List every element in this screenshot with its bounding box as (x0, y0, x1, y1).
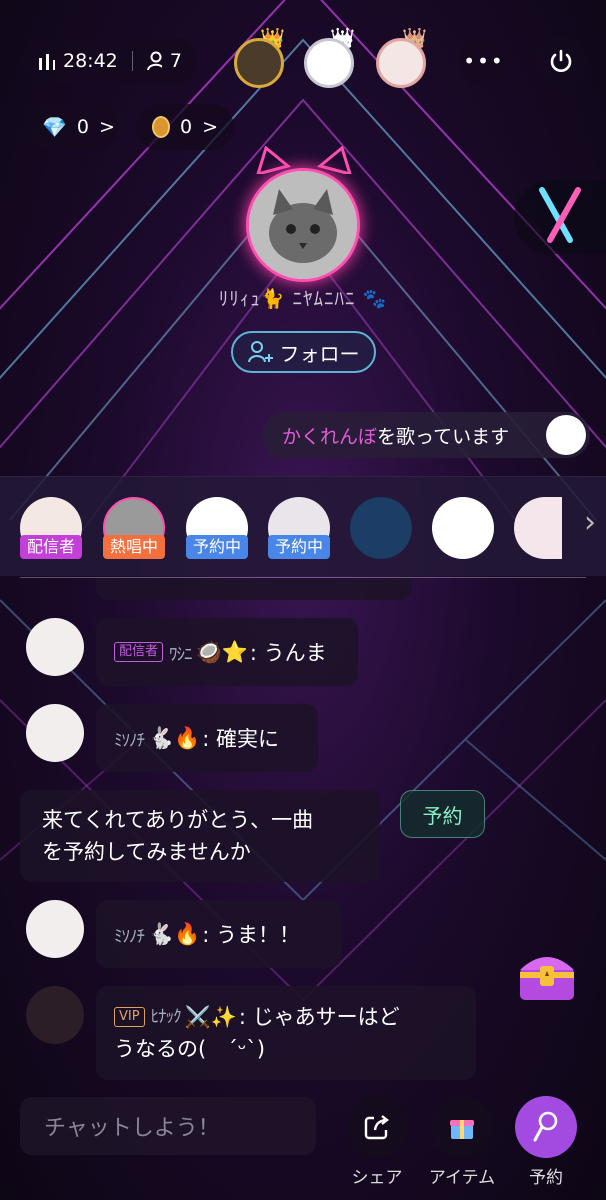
emoji-decoration: 🐇🔥 (148, 725, 201, 750)
chat-avatar[interactable] (26, 986, 84, 1044)
queue-tag: 配信者 (20, 535, 82, 559)
live-timer: 28:42 (63, 50, 118, 72)
treasure-chest-icon (520, 957, 574, 1000)
chat-text-line2: うなるの( ˊᵕˋ) (114, 1037, 266, 1061)
singing-suffix: を歌っています (377, 425, 510, 448)
chat-avatar[interactable] (26, 704, 84, 762)
singer-queue: 配信者 熱唱中 予約中 予約中 › (0, 476, 606, 578)
power-button[interactable] (536, 36, 586, 86)
system-message: 来てくれてありがとう、一曲 を予約してみませんか (20, 790, 380, 882)
queue-next-icon[interactable]: › (584, 505, 596, 540)
host-badge: 配信者 (114, 642, 164, 662)
reserve-button[interactable] (515, 1096, 577, 1158)
reserve-label: 予約 (529, 1168, 563, 1188)
chat-text-line1: : じゃあサーはど (238, 1005, 400, 1029)
coin-icon (152, 116, 170, 138)
coin-balance[interactable]: 0 > (136, 104, 234, 150)
more-icon: ••• (463, 49, 505, 73)
queue-avatar[interactable] (514, 497, 562, 559)
listener-count: 7 (169, 50, 182, 72)
chat-message: VIP ﾋﾅｯｸ ⚔️✨ : じゃあサーはど うなるの( ˊᵕˋ) (96, 986, 476, 1080)
share-icon (364, 1115, 389, 1140)
chat-text: : 確実に (202, 727, 280, 751)
bar-chart-icon (39, 54, 55, 70)
system-text-line2: を予約してみませんか (42, 840, 251, 864)
chat-text: : うま！！ (202, 923, 301, 947)
item-button[interactable] (431, 1096, 493, 1158)
queue-avatar[interactable] (432, 497, 494, 559)
top-supporters: 👑 👑 👑 (234, 26, 434, 88)
emoji-decoration: 🥥⭐ (195, 639, 248, 664)
chevron-right-icon: > (202, 116, 218, 138)
supporter-avatar-3[interactable] (376, 38, 426, 88)
queue-tag: 熱唱中 (103, 535, 165, 559)
chat-username: ﾋﾅｯｸ (150, 1007, 182, 1027)
follow-button[interactable]: フォロー (231, 331, 376, 373)
power-icon (550, 49, 572, 72)
system-text-line1: 来てくれてありがとう、一曲 (42, 808, 314, 832)
item-label: アイテム (428, 1168, 496, 1188)
supporter-avatar-2[interactable] (304, 38, 354, 88)
divider (131, 51, 133, 71)
add-person-icon (247, 341, 273, 363)
diamond-balance[interactable]: 💎 0 > (26, 104, 118, 150)
chat-message: ﾐｿﾉﾁ 🐇🔥 : うま！！ (96, 900, 342, 968)
chat-avatar[interactable] (26, 618, 84, 676)
chevron-right-icon: > (99, 116, 115, 138)
diamond-icon: 💎 (42, 115, 67, 139)
reserve-song-button[interactable]: 予約 (400, 790, 485, 838)
vip-badge: VIP (114, 1007, 145, 1027)
chat-message: ﾐｿﾉﾁ 🐇🔥 : 確実に (96, 704, 318, 772)
lightstick-button[interactable] (514, 180, 606, 254)
host-name: ﾘﾘｨｭ🐈 ﾆﾔﾑﾆﾊﾆ 🐾 (218, 288, 388, 310)
live-stats-pill[interactable]: 28:42 7 (22, 38, 198, 84)
treasure-chest-button[interactable] (516, 948, 578, 1002)
singer-avatar (546, 415, 586, 455)
microphone-icon (533, 1111, 558, 1142)
coin-count: 0 (179, 116, 193, 138)
chat-username: ﾜｼﾆ (169, 644, 192, 665)
chat-input[interactable]: チャットしよう！ (20, 1097, 316, 1155)
chat-message: 配信者 ﾜｼﾆ 🥥⭐ : うんま (96, 618, 358, 686)
follow-label: フォロー (279, 341, 360, 366)
emoji-decoration: ⚔️✨ (184, 1005, 237, 1029)
queue-avatar[interactable] (350, 497, 412, 559)
chat-text: : うんま (249, 641, 327, 665)
now-singing-banner[interactable]: かくれんぼ を歌っています (262, 412, 590, 458)
more-button[interactable]: ••• (459, 36, 509, 86)
divider (20, 577, 586, 578)
supporter-avatar-1[interactable] (234, 38, 284, 88)
share-label: シェア (351, 1168, 403, 1188)
share-button[interactable] (346, 1096, 408, 1158)
emoji-decoration: 🐇🔥 (148, 921, 201, 946)
lightstick-icon (539, 187, 581, 243)
person-icon (146, 51, 162, 71)
chat-username: ﾐｿﾉﾁ (114, 926, 145, 947)
gift-icon (450, 1120, 474, 1139)
queue-tag: 予約中 (186, 535, 248, 559)
chat-username: ﾐｿﾉﾁ (114, 730, 145, 751)
chat-bubble-partial (96, 578, 412, 600)
cat-photo (249, 171, 357, 279)
host-avatar[interactable] (246, 168, 360, 282)
chat-avatar[interactable] (26, 900, 84, 958)
diamond-count: 0 (76, 116, 89, 138)
queue-tag: 予約中 (268, 535, 330, 559)
song-title: かくれんぼ (282, 425, 378, 448)
